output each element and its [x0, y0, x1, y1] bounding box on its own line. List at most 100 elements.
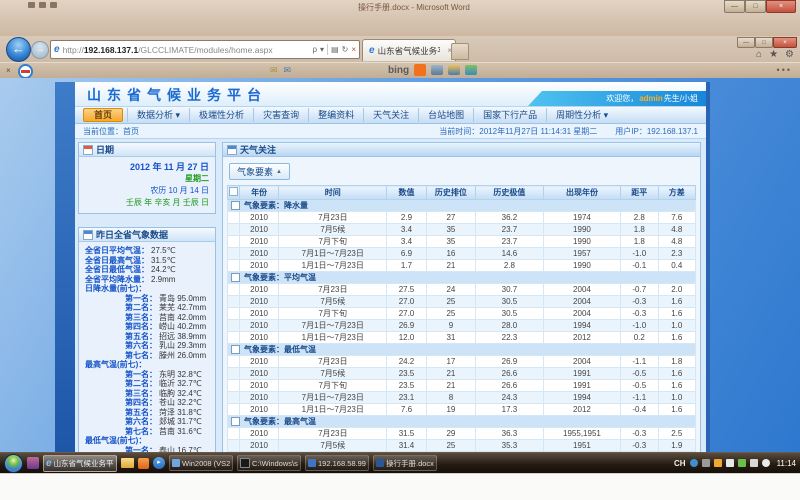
tray-app-icon-blue[interactable]	[690, 459, 698, 467]
group-header-row[interactable]: 气象要素：最低气温	[228, 344, 696, 356]
taskbar-window-button[interactable]: C:\Windows\s...	[237, 455, 301, 471]
window-app-icon	[376, 459, 384, 467]
nav-item[interactable]: 周期性分析 ▾	[546, 108, 617, 122]
media-player-icon[interactable]: ▸	[153, 457, 165, 469]
table-cell: 7月5候	[279, 296, 387, 308]
group-header-row[interactable]: 气象要素：平均气温	[228, 272, 696, 284]
expand-collapse-icon[interactable]	[231, 345, 240, 354]
word-minimize-button[interactable]: —	[724, 0, 745, 13]
stat-label: 全省日平均气温：	[85, 246, 149, 256]
table-cell: 26.9	[475, 356, 543, 368]
bing-logo[interactable]: bing	[388, 65, 409, 76]
nav-item[interactable]: 极端性分析	[189, 108, 253, 122]
start-button[interactable]	[4, 454, 23, 473]
group-header-row[interactable]: 气象要素：最高气温	[228, 416, 696, 428]
action-center-flag-icon[interactable]	[726, 459, 734, 467]
refresh-icon[interactable]: ↻	[342, 45, 349, 54]
bing-app-icon[interactable]	[414, 64, 426, 76]
table-row: 20107月23日27.52430.72004-0.72.0	[228, 284, 696, 296]
ie-close-button[interactable]: ×	[773, 37, 797, 48]
filter-button-label: 气象要素	[237, 165, 273, 178]
browser-chrome: ← → e http://192.168.137.1/GLCCLIMATE/mo…	[0, 36, 800, 79]
network-icon[interactable]	[750, 459, 758, 467]
rank-label: 第三名：	[125, 389, 157, 399]
addon-logo-icon[interactable]	[18, 64, 33, 79]
rank-value: 临朐 32.4℃	[159, 389, 202, 399]
back-button[interactable]: ←	[6, 37, 31, 62]
table-cell: 1994	[543, 392, 620, 404]
row-indent-cell	[228, 296, 240, 308]
home-icon[interactable]: ⌂	[756, 49, 762, 60]
bingbar-icon-2[interactable]	[448, 65, 460, 75]
rank-label: 第七名：	[125, 427, 157, 437]
expand-collapse-icon[interactable]	[231, 417, 240, 426]
group-header-row[interactable]: 气象要素：降水量	[228, 200, 696, 212]
nav-item[interactable]: 整编资料	[308, 108, 363, 122]
table-cell: 2012	[543, 332, 620, 344]
explorer-folder-icon[interactable]	[121, 458, 134, 468]
table-cell: 27	[426, 212, 475, 224]
nav-item[interactable]: 灾害查询	[253, 108, 308, 122]
nav-item[interactable]: 国家下行产品	[473, 108, 546, 122]
favorites-star-icon[interactable]: ★	[769, 49, 778, 60]
volume-icon[interactable]	[762, 459, 770, 467]
table-cell: 7月23日	[279, 428, 387, 440]
bingbar-icon-1[interactable]	[431, 65, 443, 75]
expand-collapse-icon[interactable]	[231, 201, 240, 210]
stat-label: 全省日最低气温：	[85, 265, 149, 275]
search-dropdown-icon[interactable]: ▾	[320, 45, 324, 54]
weather-stats: 全省日平均气温： 27.5℃ 全省日最高气温： 31.5℃	[85, 246, 209, 284]
ie-minimize-button[interactable]: —	[737, 37, 755, 48]
row-indent-cell	[228, 308, 240, 320]
stop-icon[interactable]: ×	[351, 45, 356, 54]
taskbar-clock[interactable]: 11:14	[777, 459, 796, 468]
tools-gear-icon[interactable]: ⚙	[785, 49, 794, 60]
browser-tab[interactable]: e 山东省气候业务平... ×	[362, 39, 456, 61]
bingbar-icon-3[interactable]	[465, 65, 477, 75]
table-cell: 8	[426, 392, 475, 404]
taskbar-window-button[interactable]: 192.168.58.99...	[305, 455, 369, 471]
table-cell: 24	[426, 284, 475, 296]
table-row: 20107月下旬27.02530.52004-0.31.6	[228, 308, 696, 320]
nav-item[interactable]: 天气关注	[363, 108, 418, 122]
taskbar-window-button[interactable]: 操行手册.docx -...	[373, 455, 437, 471]
address-bar[interactable]: e http://192.168.137.1/GLCCLIMATE/module…	[50, 40, 360, 59]
word-close-button[interactable]: ×	[766, 0, 796, 13]
nav-item[interactable]: 数据分析 ▾	[127, 108, 189, 122]
select-all-checkbox[interactable]	[229, 187, 238, 196]
word-maximize-button[interactable]: □	[745, 0, 766, 13]
tab-favicon: e	[369, 45, 375, 56]
nav-item[interactable]: 台站地图	[418, 108, 473, 122]
new-tab-button[interactable]	[451, 43, 469, 60]
pinned-app-icon-orange[interactable]	[138, 458, 149, 469]
taskbar-ie-button[interactable]: e 山东省气候业务平...	[43, 455, 117, 472]
addon-overflow-dots[interactable]: •••	[777, 65, 792, 75]
nav-item-home[interactable]: 首页	[83, 108, 123, 122]
table-row: 20107月5候27.02530.52004-0.31.6	[228, 296, 696, 308]
table-cell: 25	[426, 308, 475, 320]
stat-value: 31.5℃	[151, 256, 176, 266]
pinned-app-icon[interactable]	[27, 457, 39, 469]
element-filter-button[interactable]: 气象要素 ▲	[229, 163, 290, 180]
column-header: 数值	[387, 186, 427, 200]
mail-icon[interactable]: ✉	[270, 65, 278, 76]
table-cell: 1.6	[658, 296, 696, 308]
expand-collapse-icon[interactable]	[231, 273, 240, 282]
send-mail-icon[interactable]: ✉	[284, 65, 292, 76]
forward-button[interactable]: →	[31, 41, 49, 59]
taskbar-window-button[interactable]: Win2008 (VS2...	[169, 455, 233, 471]
ie-maximize-button[interactable]: □	[755, 37, 773, 48]
column-header: 出现年份	[543, 186, 620, 200]
table-row: 20101月1日～7月23日12.03122.320120.21.6	[228, 332, 696, 344]
tray-alert-icon[interactable]	[714, 459, 722, 467]
search-icon[interactable]: ρ	[312, 45, 317, 54]
screenshot-bottom-margin	[0, 473, 800, 500]
tray-app-icon-gray[interactable]	[702, 459, 710, 467]
addon-close-icon[interactable]: ×	[6, 66, 11, 75]
compatibility-view-icon[interactable]: ▤	[331, 45, 339, 54]
weather-rank-sections: 日降水量(前七)： 第一名： 青岛 95.0mm	[85, 284, 209, 452]
language-indicator[interactable]: CH	[674, 459, 686, 468]
table-cell: 7月23日	[279, 356, 387, 368]
update-shield-icon[interactable]	[738, 459, 746, 467]
table-cell: 0.4	[658, 260, 696, 272]
